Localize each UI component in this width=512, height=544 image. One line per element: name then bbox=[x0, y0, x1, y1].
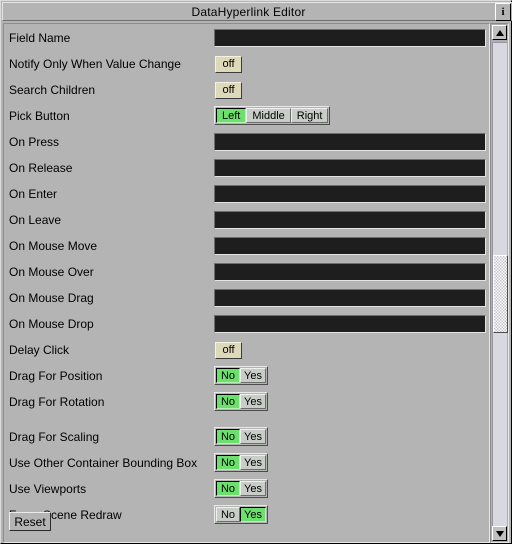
property-row: Pick Button Left Middle Right bbox=[4, 103, 489, 129]
radio-group-drag-for-rotation: No Yes bbox=[214, 392, 268, 411]
property-row: On Release bbox=[4, 155, 489, 181]
radio-option-no[interactable]: No bbox=[216, 394, 240, 409]
radio-option-no[interactable]: No bbox=[216, 481, 240, 496]
property-row: On Press bbox=[4, 129, 489, 155]
property-label: Search Children bbox=[9, 83, 96, 97]
radio-option-no[interactable]: No bbox=[216, 455, 240, 470]
reset-button[interactable]: Reset bbox=[9, 512, 51, 531]
property-label: Use Other Container Bounding Box bbox=[9, 456, 198, 470]
title-bar: DataHyperlink Editor i bbox=[2, 2, 512, 21]
text-input-on-release[interactable] bbox=[214, 159, 486, 177]
radio-option-yes[interactable]: Yes bbox=[240, 507, 266, 522]
property-row: Field Name bbox=[4, 25, 489, 51]
radio-group-drag-for-position: No Yes bbox=[214, 366, 268, 385]
property-label: Pick Button bbox=[9, 109, 70, 123]
property-label: On Mouse Move bbox=[9, 239, 98, 253]
scroll-up-icon[interactable] bbox=[492, 25, 507, 40]
text-input-on-mouse-drag[interactable] bbox=[214, 289, 486, 307]
scrollbar-track[interactable] bbox=[492, 42, 508, 526]
text-input-field-name[interactable] bbox=[214, 29, 486, 47]
property-row: Search Children off bbox=[4, 77, 489, 103]
property-label: Notify Only When Value Change bbox=[9, 57, 181, 71]
radio-option-no[interactable]: No bbox=[216, 368, 240, 383]
radio-option-yes[interactable]: Yes bbox=[240, 455, 266, 470]
radio-option-yes[interactable]: Yes bbox=[240, 481, 266, 496]
property-label: Field Name bbox=[9, 31, 71, 45]
radio-option-left[interactable]: Left bbox=[216, 108, 247, 123]
radio-group-force-scene-redraw: No Yes bbox=[214, 505, 268, 524]
property-row: Drag For Rotation No Yes bbox=[4, 389, 489, 415]
property-row: On Mouse Drag bbox=[4, 285, 489, 311]
triangle-down-glyph bbox=[495, 530, 504, 537]
text-input-on-leave[interactable] bbox=[214, 211, 486, 229]
toggle-search-children[interactable]: off bbox=[215, 81, 242, 99]
property-label: On Mouse Drop bbox=[9, 317, 94, 331]
radio-option-yes[interactable]: Yes bbox=[240, 429, 266, 444]
property-row: Drag For Position No Yes bbox=[4, 363, 489, 389]
scroll-down-icon[interactable] bbox=[492, 526, 507, 541]
property-label: On Enter bbox=[9, 187, 58, 201]
property-label: Use Viewports bbox=[9, 482, 87, 496]
text-input-on-enter[interactable] bbox=[214, 185, 486, 203]
property-row: Force Scene Redraw No Yes bbox=[4, 502, 489, 528]
property-label: Drag For Rotation bbox=[9, 395, 105, 409]
radio-option-right[interactable]: Right bbox=[290, 108, 329, 123]
window-title: DataHyperlink Editor bbox=[191, 4, 306, 19]
triangle-up-glyph bbox=[495, 29, 504, 36]
property-row: Notify Only When Value Change off bbox=[4, 51, 489, 77]
datahyperlink-editor-window: DataHyperlink Editor i Field Name Notify … bbox=[0, 0, 512, 544]
radio-option-yes[interactable]: Yes bbox=[240, 368, 266, 383]
property-label: On Mouse Drag bbox=[9, 291, 94, 305]
radio-group-drag-for-scaling: No Yes bbox=[214, 427, 268, 446]
text-input-on-mouse-drop[interactable] bbox=[214, 315, 486, 333]
property-row: Use Other Container Bounding Box No Yes bbox=[4, 450, 489, 476]
radio-option-no[interactable]: No bbox=[216, 429, 240, 444]
radio-option-yes[interactable]: Yes bbox=[240, 394, 266, 409]
radio-group-pick-button: Left Middle Right bbox=[214, 106, 331, 125]
toggle-delay-click[interactable]: off bbox=[215, 341, 242, 359]
vertical-scrollbar[interactable] bbox=[490, 23, 509, 543]
text-input-on-mouse-over[interactable] bbox=[214, 263, 486, 281]
property-label: On Mouse Over bbox=[9, 265, 94, 279]
radio-option-no[interactable]: No bbox=[216, 507, 240, 522]
text-input-on-mouse-move[interactable] bbox=[214, 237, 486, 255]
toggle-notify-only-when-value-change[interactable]: off bbox=[215, 55, 242, 73]
property-row: On Mouse Drop bbox=[4, 311, 489, 337]
property-label: On Leave bbox=[9, 213, 62, 227]
radio-group-use-other-container-bounding-box: No Yes bbox=[214, 453, 268, 472]
scrollbar-thumb[interactable] bbox=[493, 255, 508, 333]
property-label: On Press bbox=[9, 135, 60, 149]
radio-option-middle[interactable]: Middle bbox=[246, 108, 291, 123]
property-label: On Release bbox=[9, 161, 73, 175]
property-label: Delay Click bbox=[9, 343, 70, 357]
property-label: Drag For Scaling bbox=[9, 430, 100, 444]
property-row: On Mouse Move bbox=[4, 233, 489, 259]
property-label: Drag For Position bbox=[9, 369, 103, 383]
property-row: Use Viewports No Yes bbox=[4, 476, 489, 502]
text-input-on-press[interactable] bbox=[214, 133, 486, 151]
property-panel: Field Name Notify Only When Value Change o… bbox=[3, 23, 490, 543]
property-row: Delay Click off bbox=[4, 337, 489, 363]
property-row: On Leave bbox=[4, 207, 489, 233]
info-button[interactable]: i bbox=[495, 3, 511, 21]
property-row: On Enter bbox=[4, 181, 489, 207]
radio-group-use-viewports: No Yes bbox=[214, 479, 268, 498]
property-row: On Mouse Over bbox=[4, 259, 489, 285]
property-row: Drag For Scaling No Yes bbox=[4, 424, 489, 450]
